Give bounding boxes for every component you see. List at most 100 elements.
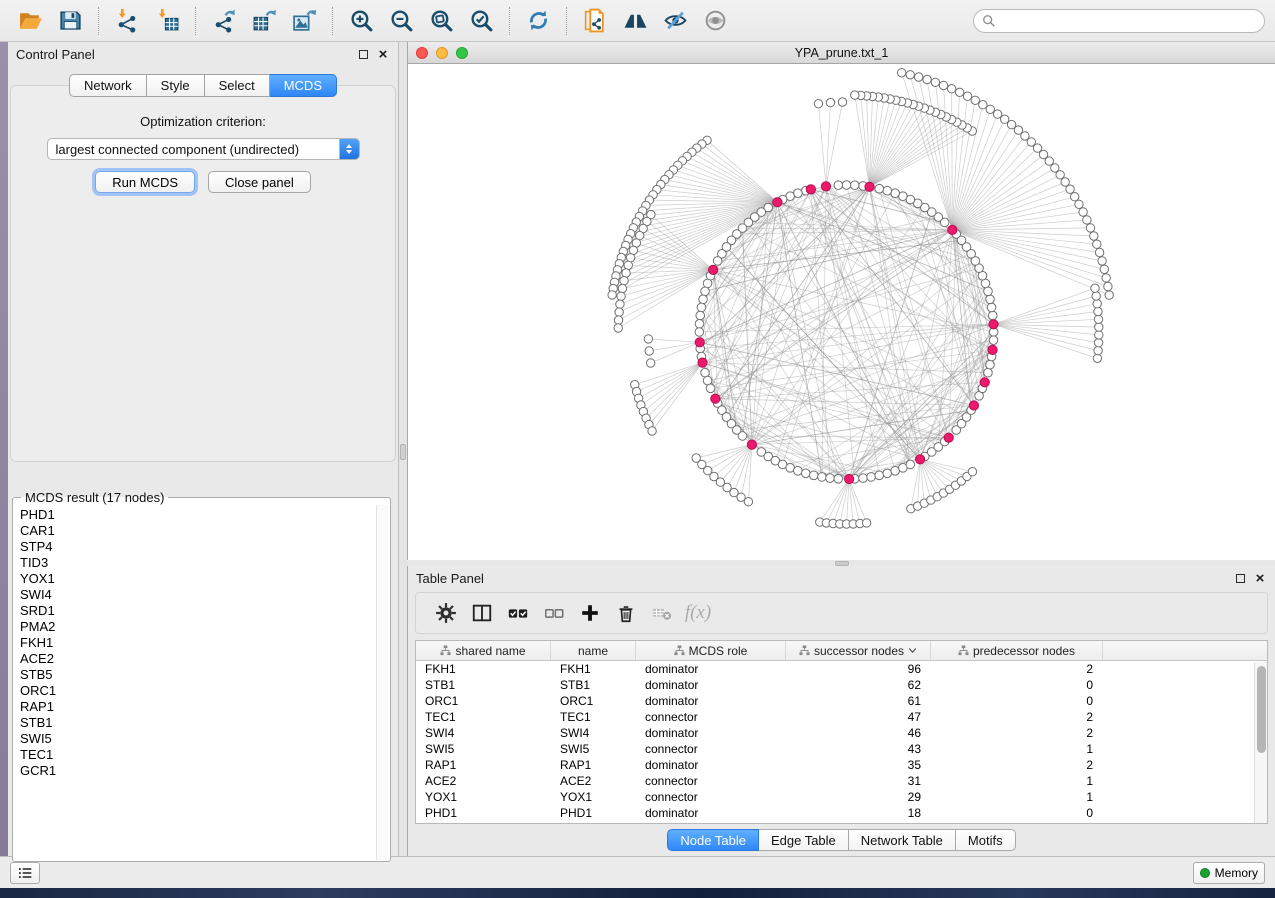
result-item[interactable]: ACE2 (14, 651, 376, 667)
export-network-button[interactable] (207, 4, 241, 38)
network-titlebar[interactable]: YPA_prune.txt_1 (408, 42, 1275, 64)
table-row[interactable]: TEC1TEC1connector472 (416, 709, 1267, 725)
network-graph[interactable] (408, 64, 1275, 560)
result-scrollbar[interactable] (376, 505, 389, 860)
zoom-in-button[interactable] (344, 4, 378, 38)
close-window-icon[interactable] (416, 47, 428, 59)
tab-network-table[interactable]: Network Table (849, 829, 956, 851)
close-panel-button[interactable]: Close panel (208, 171, 311, 193)
result-item[interactable]: TID3 (14, 555, 376, 571)
column-header-shared-name[interactable]: shared name (416, 641, 551, 660)
column-header-successor-nodes[interactable]: successor nodes (786, 641, 931, 660)
table-row[interactable]: FKH1FKH1dominator962 (416, 661, 1267, 677)
zoom-out-button[interactable] (384, 4, 418, 38)
table-row[interactable]: RAP1RAP1dominator352 (416, 757, 1267, 773)
export-table-button[interactable] (247, 4, 281, 38)
result-item[interactable]: RAP1 (14, 699, 376, 715)
memory-button[interactable]: Memory (1193, 862, 1265, 884)
result-item[interactable]: PMA2 (14, 619, 376, 635)
search-box[interactable] (973, 9, 1265, 33)
table-panel-title: Table Panel (416, 571, 1227, 586)
result-item[interactable]: STP4 (14, 539, 376, 555)
float-panel-button[interactable] (356, 47, 370, 61)
tab-network[interactable]: Network (69, 74, 147, 97)
tab-select[interactable]: Select (205, 74, 270, 97)
run-mcds-button[interactable]: Run MCDS (95, 171, 195, 193)
save-session-button[interactable] (53, 4, 87, 38)
select-all-rows-button[interactable] (502, 597, 534, 629)
tab-style[interactable]: Style (147, 74, 205, 97)
vertical-splitter[interactable] (399, 42, 407, 856)
result-item[interactable]: SWI5 (14, 731, 376, 747)
deselect-all-rows-button[interactable] (538, 597, 570, 629)
cell-shared-name: PHD1 (416, 806, 551, 820)
horizontal-splitter[interactable] (407, 560, 1275, 566)
search-input[interactable] (1001, 14, 1256, 28)
result-item[interactable]: CAR1 (14, 523, 376, 539)
task-history-button[interactable] (10, 862, 40, 884)
table-row[interactable]: SWI4SWI4dominator462 (416, 725, 1267, 741)
network-from-file-button[interactable] (578, 4, 612, 38)
result-item[interactable]: ORC1 (14, 683, 376, 699)
table-scrollbar[interactable] (1254, 662, 1267, 823)
table-row[interactable]: ORC1ORC1dominator610 (416, 693, 1267, 709)
table-row[interactable]: STB1STB1dominator620 (416, 677, 1267, 693)
show-columns-button[interactable] (466, 597, 498, 629)
criterion-select[interactable]: largest connected component (undirected) (47, 138, 360, 160)
result-item[interactable]: FKH1 (14, 635, 376, 651)
result-item[interactable]: SRD1 (14, 603, 376, 619)
maximize-window-icon[interactable] (456, 47, 468, 59)
result-item[interactable]: TEC1 (14, 747, 376, 763)
import-network-button[interactable] (110, 4, 144, 38)
result-item[interactable]: YOX1 (14, 571, 376, 587)
column-header-mcds-role[interactable]: MCDS role (636, 641, 786, 660)
scrollbar-thumb[interactable] (1257, 666, 1266, 753)
import-table-button[interactable] (150, 4, 184, 38)
splitter-handle[interactable] (400, 444, 406, 460)
result-item[interactable]: GCR1 (14, 763, 376, 779)
first-neighbors-button[interactable] (618, 4, 652, 38)
delete-table-button[interactable] (646, 597, 678, 629)
delete-column-button[interactable] (610, 597, 642, 629)
result-item[interactable]: SWI4 (14, 587, 376, 603)
zoom-selected-button[interactable] (464, 4, 498, 38)
network-window: YPA_prune.txt_1 (407, 42, 1275, 560)
hide-selected-button[interactable] (658, 4, 692, 38)
close-panel-icon-button[interactable]: × (376, 47, 390, 61)
close-panel-icon-button[interactable]: × (1253, 571, 1267, 585)
cell-successor-nodes: 35 (786, 758, 931, 772)
cell-shared-name: SWI4 (416, 726, 551, 740)
result-item[interactable]: STB1 (14, 715, 376, 731)
show-all-button[interactable] (698, 4, 732, 38)
table-row[interactable]: PHD1PHD1dominator180 (416, 805, 1267, 821)
column-header-name[interactable]: name (551, 641, 636, 660)
network-file-icon (583, 8, 608, 33)
zoom-fit-button[interactable] (424, 4, 458, 38)
export-image-button[interactable] (287, 4, 321, 38)
open-file-button[interactable] (13, 4, 47, 38)
criterion-value: largest connected component (undirected) (48, 142, 339, 157)
splitter-handle[interactable] (835, 561, 849, 566)
column-header-predecessor-nodes[interactable]: predecessor nodes (931, 641, 1103, 660)
network-canvas[interactable] (408, 64, 1275, 560)
function-builder-button[interactable]: f(x) (682, 597, 714, 629)
table-row[interactable]: ACE2ACE2connector311 (416, 773, 1267, 789)
tab-edge-table[interactable]: Edge Table (759, 829, 849, 851)
table-row[interactable]: SWI5SWI5connector431 (416, 741, 1267, 757)
float-panel-button[interactable] (1233, 571, 1247, 585)
tab-motifs[interactable]: Motifs (956, 829, 1016, 851)
tab-mcds[interactable]: MCDS (270, 74, 337, 97)
mcds-result-list[interactable]: PHD1CAR1STP4TID3YOX1SWI4SRD1PMA2FKH1ACE2… (14, 505, 376, 860)
result-item[interactable]: STB5 (14, 667, 376, 683)
trash-icon (615, 602, 637, 624)
cell-shared-name: FKH1 (416, 662, 551, 676)
table-settings-button[interactable] (430, 597, 462, 629)
memory-label: Memory (1215, 866, 1258, 880)
minimize-window-icon[interactable] (436, 47, 448, 59)
result-item[interactable]: PHD1 (14, 507, 376, 523)
cell-shared-name: STB1 (416, 678, 551, 692)
tab-node-table[interactable]: Node Table (667, 829, 759, 851)
table-row[interactable]: YOX1YOX1connector291 (416, 789, 1267, 805)
create-column-button[interactable] (574, 597, 606, 629)
refresh-button[interactable] (521, 4, 555, 38)
